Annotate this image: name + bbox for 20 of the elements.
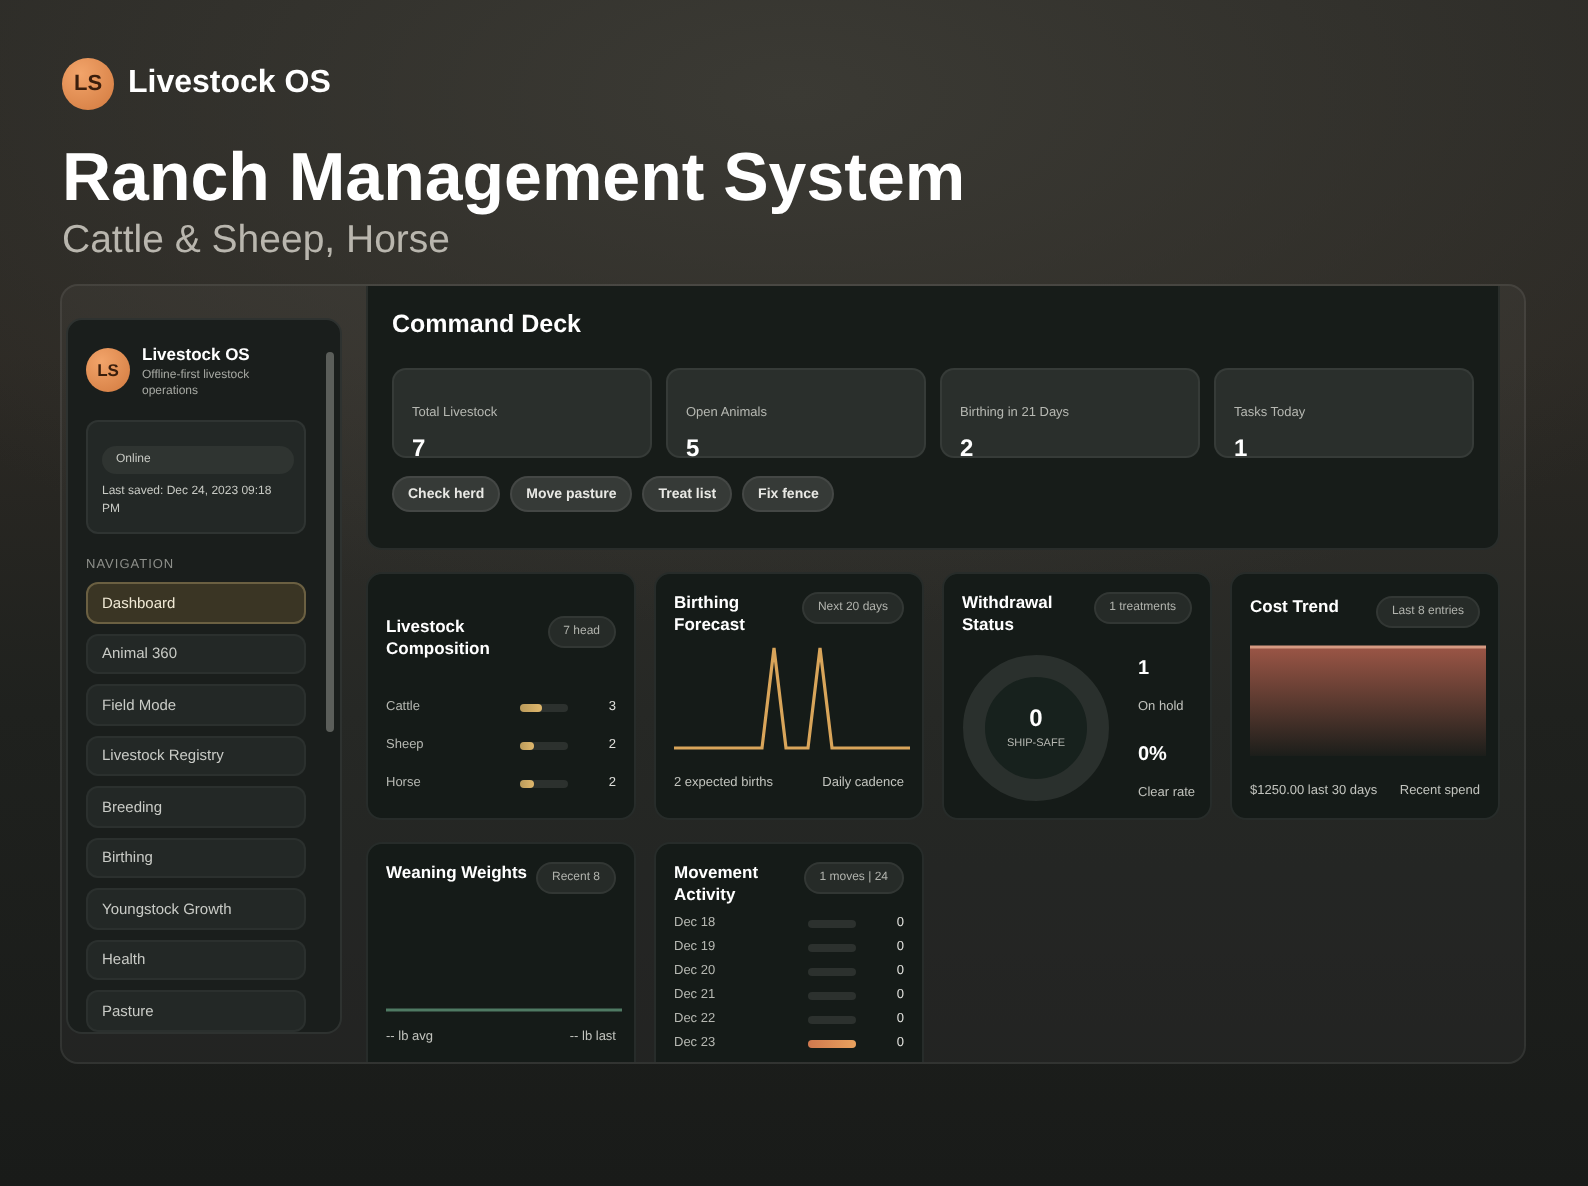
stat-value: 7 [412, 434, 426, 462]
card-title: Withdrawal Status [962, 592, 1055, 636]
stat-value: 1 [1234, 434, 1248, 462]
card-title: Weaning Weights [386, 862, 528, 884]
page-title: Ranch Management System [62, 138, 966, 218]
app-name: Livestock OS [142, 344, 252, 364]
page-subtitle: Cattle & Sheep, Horse [62, 218, 451, 264]
stat-value: 0% [1138, 744, 1167, 766]
card-title: Birthing Forecast [674, 592, 747, 636]
card-title: Movement Activity [674, 862, 761, 906]
section-title: Command Deck [392, 310, 581, 338]
stat-value: 2 [960, 434, 974, 462]
app-avatar: LS [86, 348, 130, 392]
stat-value: 1 [1138, 658, 1150, 680]
donut-value: 0 [1029, 704, 1043, 732]
logo-avatar: LS [62, 58, 114, 110]
stat-value: 5 [686, 434, 700, 462]
brand-name: Livestock OS [128, 66, 331, 102]
card-title: Livestock Composition [386, 616, 492, 660]
card-title: Cost Trend [1250, 596, 1339, 618]
